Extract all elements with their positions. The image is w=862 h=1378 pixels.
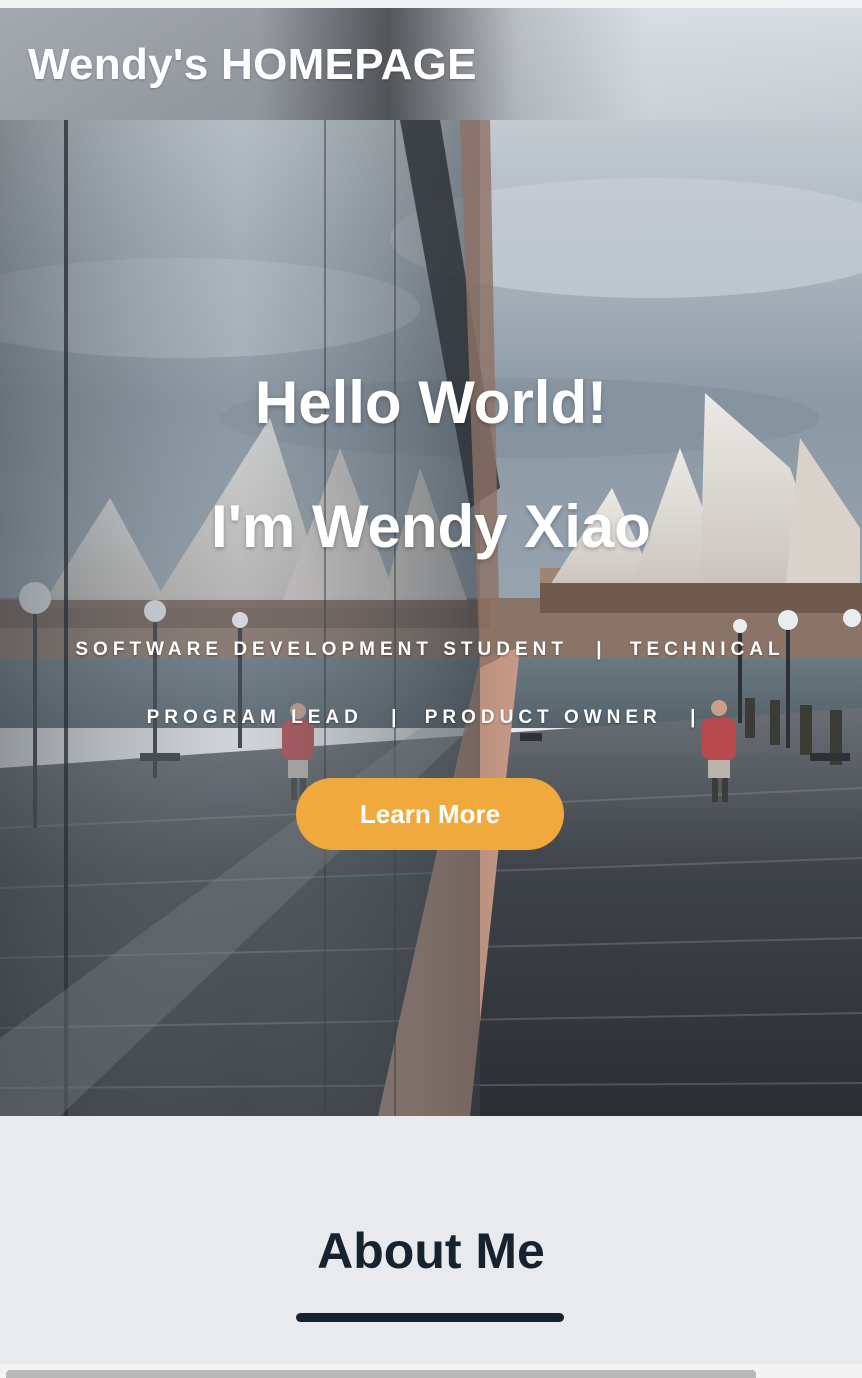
role-separator: | [690, 707, 696, 728]
role-separator: | [391, 707, 397, 728]
site-header: Wendy's HOMEPAGE [0, 8, 862, 120]
hero-section: Wendy's HOMEPAGE Hello World! I'm Wendy … [0, 8, 862, 1116]
scrollbar-thumb[interactable] [6, 1370, 756, 1378]
about-title: About Me [317, 1223, 545, 1279]
role-software-development-student: SOFTWARE DEVELOPMENT STUDENT [75, 639, 568, 660]
role-product-owner: PRODUCT OWNER [424, 707, 662, 728]
learn-more-button[interactable]: Learn More [296, 778, 564, 850]
top-strip [0, 0, 862, 8]
hero-roles: SOFTWARE DEVELOPMENT STUDENT | TECHNICAL… [30, 616, 830, 752]
hero-name: I'm Wendy Xiao [211, 493, 651, 560]
hero-greeting: Hello World! [254, 369, 608, 436]
brand-logo-text[interactable]: Wendy's HOMEPAGE [28, 40, 477, 90]
role-separator: | [596, 639, 602, 660]
hero-background-image [0, 8, 862, 1116]
about-title-underline [296, 1313, 564, 1322]
